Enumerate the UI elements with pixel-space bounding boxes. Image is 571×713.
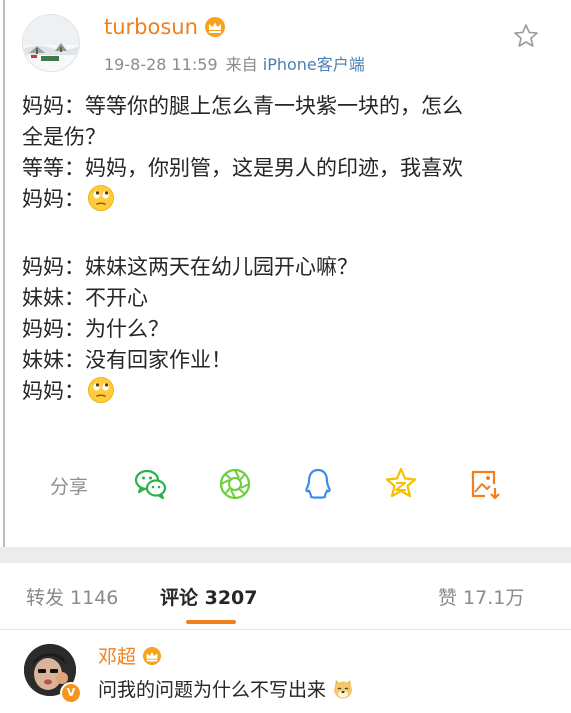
post-meta: 19-8-28 11:59 来自 iPhone客户端 — [104, 51, 365, 75]
doge-emoji-icon — [334, 680, 353, 699]
post-line-text: 等等：妈妈，你别管，这是男人的印迹，我喜欢 — [22, 156, 463, 180]
snow-landscape-avatar-image — [23, 15, 79, 71]
crown-badge-icon — [204, 17, 225, 37]
commenter-username[interactable]: 邓超 — [98, 642, 162, 669]
eye-roll-emoji-icon — [87, 376, 115, 413]
share-bar: 分享 — [0, 462, 571, 508]
eye-roll-emoji-icon — [87, 184, 115, 221]
comment-text: 问我的问题为什么不写出来 — [98, 675, 354, 702]
post-line-text: 妈妈： — [22, 187, 85, 211]
comment-text-content: 问我的问题为什么不写出来 — [98, 679, 327, 701]
tab-repost[interactable]: 转发 1146 — [26, 583, 118, 610]
post-source[interactable]: iPhone客户端 — [263, 55, 365, 74]
post-text-line: 妈妈： — [22, 376, 554, 413]
post-header: turbosun 19-8-28 11:59 来自 iPhone客户端 — [0, 0, 571, 86]
post-line-text: 全是伤？ — [22, 125, 106, 149]
save-image-icon[interactable] — [467, 466, 503, 502]
active-tab-indicator — [186, 620, 236, 624]
post-text-line: 妹妹：不开心 — [22, 283, 554, 314]
tab-comments[interactable]: 评论 3207 — [160, 583, 258, 610]
tab-likes[interactable]: 赞 17.1万 — [438, 583, 524, 610]
author-username[interactable]: turbosun — [104, 15, 226, 39]
comment-item: V 邓超 问我的问题为什么不写出来 — [0, 630, 571, 713]
qq-icon[interactable] — [300, 466, 336, 502]
post-text-line: 妈妈： — [22, 184, 554, 221]
post-text-line: 等等：妈妈，你别管，这是男人的印迹，我喜欢 — [22, 153, 554, 184]
post-text-line: 妈妈：妹妹这两天在幼儿园开心嘛？ — [22, 252, 554, 283]
qzone-star-icon[interactable] — [383, 466, 419, 502]
post-text-line: 妹妹：没有回家作业！ — [22, 345, 554, 376]
post-line-text: 妈妈：妹妹这两天在幼儿园开心嘛？ — [22, 255, 358, 279]
post-line-text: 妹妹：不开心 — [22, 286, 148, 310]
post-source-prefix: 来自 — [225, 55, 258, 74]
share-label: 分享 — [50, 476, 89, 498]
post-line-text: 妈妈：等等你的腿上怎么青一块紫一块的，怎么 — [22, 94, 463, 118]
moments-icon[interactable] — [217, 466, 253, 502]
crown-badge-icon — [143, 646, 162, 665]
post-line-text: 妈妈：为什么？ — [22, 317, 169, 341]
wechat-icon[interactable] — [133, 466, 169, 502]
post-text-line: 妈妈：等等你的腿上怎么青一块紫一块的，怎么 — [22, 91, 554, 122]
author-avatar[interactable] — [22, 14, 80, 72]
section-divider — [0, 547, 571, 563]
post-body: 妈妈：等等你的腿上怎么青一块紫一块的，怎么 全是伤？ 等等：妈妈，你别管，这是男人的… — [22, 91, 554, 413]
interaction-tabs: 转发 1146 评论 3207 赞 17.1万 — [0, 563, 571, 629]
post-line-text: 妈妈： — [22, 379, 85, 403]
post-line-text: 妹妹：没有回家作业！ — [22, 348, 232, 372]
post-timestamp: 19-8-28 11:59 — [104, 55, 218, 74]
post-text-line: 妈妈：为什么？ — [22, 314, 554, 345]
commenter-username-text[interactable]: 邓超 — [98, 642, 136, 669]
favorite-star-icon[interactable] — [513, 23, 539, 49]
author-username-text[interactable]: turbosun — [104, 15, 198, 39]
post-text-line: 全是伤？ — [22, 122, 554, 153]
verified-v-badge-icon: V — [60, 682, 82, 704]
